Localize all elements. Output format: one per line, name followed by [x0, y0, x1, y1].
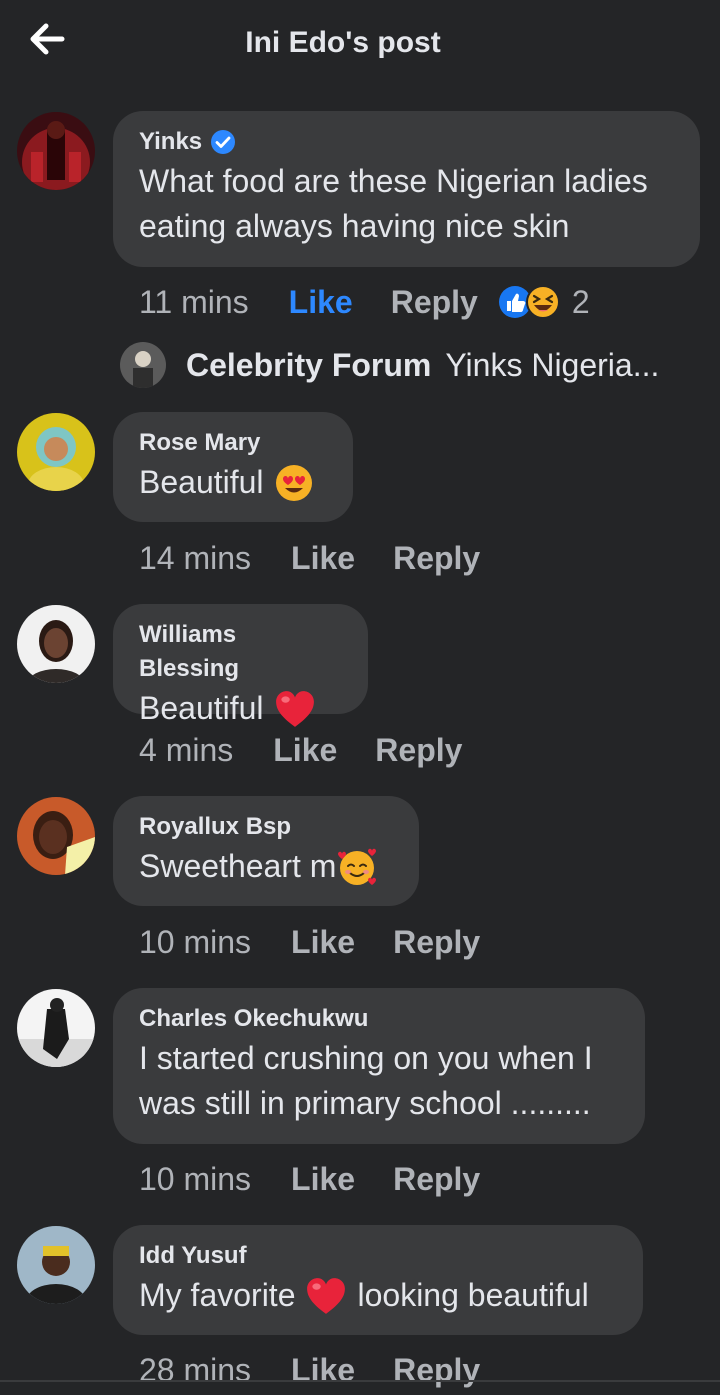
comment-text: Beautiful [139, 464, 264, 500]
comment-time: 11 mins [139, 284, 249, 320]
comment-time: 28 mins [139, 1352, 252, 1388]
like-button[interactable]: Like [291, 1159, 355, 1199]
comment-author[interactable]: Royallux Bsp [139, 810, 393, 844]
comment-author[interactable]: Rose Mary [139, 426, 327, 460]
avatar[interactable] [17, 112, 95, 190]
reply-button[interactable]: Reply [393, 922, 480, 962]
comment-text: Sweetheart m [139, 848, 337, 884]
comment-bubble[interactable]: Williams Blessing Beautiful [113, 604, 368, 727]
comment-author[interactable]: Williams Blessing [139, 618, 342, 686]
red-heart-emoji-icon [307, 1277, 346, 1314]
comment-text: Beautiful [139, 690, 264, 726]
avatar[interactable] [17, 1226, 95, 1304]
divider [0, 1380, 720, 1382]
like-button[interactable]: Like [291, 922, 355, 962]
comment-bubble[interactable]: Charles Okechukwu I started crushing on … [113, 988, 645, 1144]
comment-bubble[interactable]: Rose Mary Beautiful [113, 412, 353, 522]
comment-author[interactable]: Charles Okechukwu [139, 1002, 619, 1036]
comment-text: My favorite [139, 1277, 296, 1313]
reply-button[interactable]: Reply [393, 538, 480, 578]
comment-bubble[interactable]: Yinks What food are these Nigerian ladie… [113, 111, 700, 267]
reaction-summary[interactable]: 2 [498, 282, 590, 322]
verified-badge-icon [211, 130, 236, 154]
like-button[interactable]: Like [291, 1350, 355, 1390]
comment-author[interactable]: Idd Yusuf [139, 1239, 617, 1273]
reply-button[interactable]: Reply [375, 730, 462, 770]
avatar[interactable] [17, 989, 95, 1067]
reply-button[interactable]: Reply [391, 282, 478, 322]
avatar [120, 342, 166, 388]
reply-preview[interactable]: Celebrity Forum Yinks Nigeria... [120, 340, 659, 390]
comment-time: 14 mins [139, 540, 252, 576]
reply-author: Celebrity Forum [186, 346, 432, 383]
reply-button[interactable]: Reply [393, 1350, 480, 1390]
comment-author[interactable]: Yinks [139, 125, 202, 159]
haha-reaction-icon [525, 285, 560, 319]
reaction-count: 2 [571, 284, 590, 320]
avatar[interactable] [17, 797, 95, 875]
page-title: Ini Edo's post [245, 26, 441, 59]
avatar[interactable] [17, 413, 95, 491]
like-button[interactable]: Like [289, 282, 353, 322]
reply-text: Yinks Nigeria... [445, 346, 660, 383]
like-button[interactable]: Like [291, 538, 355, 578]
comment-bubble[interactable]: Idd Yusuf My favorite looking beautiful [113, 1225, 643, 1335]
red-heart-emoji-icon [275, 690, 314, 727]
smiling-hearts-emoji-icon [338, 848, 377, 885]
comment-text: I started crushing on you when I [139, 1040, 593, 1076]
avatar[interactable] [17, 605, 95, 683]
comment-bubble[interactable]: Royallux Bsp Sweetheart m [113, 796, 419, 906]
comment-time: 10 mins [139, 1161, 252, 1197]
comment-text: What food are these Nigerian ladies [139, 163, 648, 199]
comment-time: 10 mins [139, 924, 252, 960]
heart-eyes-emoji-icon [275, 464, 312, 501]
like-button[interactable]: Like [273, 730, 337, 770]
comment-time: 4 mins [139, 732, 234, 768]
top-bar: Ini Edo's post [0, 0, 720, 92]
comment-text: eating always having nice skin [139, 208, 570, 244]
comment-text: looking beautiful [357, 1277, 589, 1313]
reply-button[interactable]: Reply [393, 1159, 480, 1199]
comment-text: was still in primary school ......... [139, 1085, 591, 1121]
